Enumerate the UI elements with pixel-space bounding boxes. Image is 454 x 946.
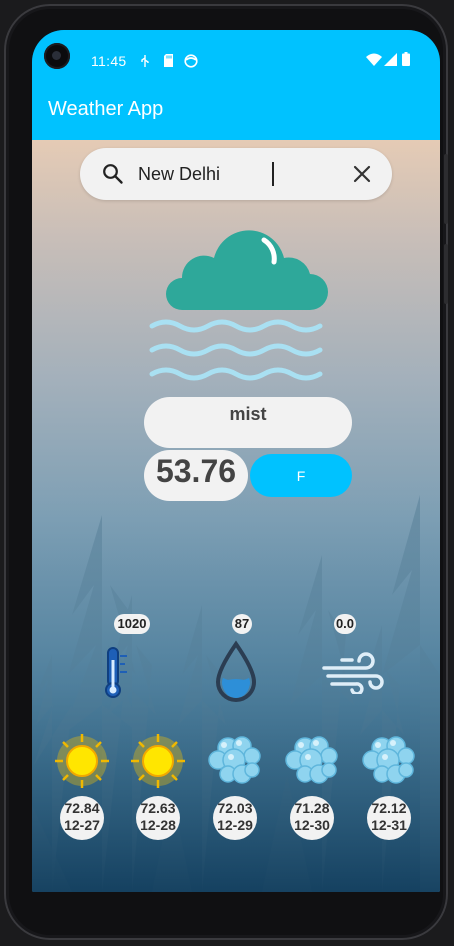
weather-content: mist 53.76 F 1020 87 0.0 — [32, 140, 440, 892]
forecast-temp: 72.63 — [140, 800, 176, 816]
forecast-date: 12-30 — [294, 817, 330, 833]
forecast-temp: 71.28 — [294, 800, 330, 816]
phone-frame: 11:45 Weather App New Delhi mist 53.76 F… — [4, 4, 448, 940]
close-icon[interactable] — [352, 164, 372, 184]
unit-toggle-button[interactable]: F — [250, 454, 352, 497]
sun-icon — [131, 734, 185, 788]
forecast-day: 72.84 12-27 — [53, 732, 111, 840]
app-title: Weather App — [48, 98, 164, 120]
humidity-value: 87 — [232, 614, 252, 634]
forecast-day: 72.12 12-31 — [360, 732, 418, 840]
temperature-value: 53.76 — [155, 453, 237, 489]
search-icon[interactable] — [102, 163, 124, 185]
front-camera — [44, 43, 70, 69]
sun-icon — [55, 734, 109, 788]
wind-value: 0.0 — [334, 614, 356, 634]
search-bar[interactable] — [80, 148, 392, 200]
text-caret — [272, 162, 274, 186]
forecast-pill: 72.63 12-28 — [136, 796, 180, 840]
signal-icon — [384, 53, 397, 66]
forecast-temp: 72.03 — [217, 800, 253, 816]
description-text: mist — [229, 404, 267, 424]
power-button — [444, 244, 448, 304]
search-input[interactable] — [138, 159, 338, 189]
usb-icon — [141, 55, 149, 67]
battery-icon — [402, 52, 410, 66]
forecast-pill: 71.28 12-30 — [290, 796, 334, 840]
screen: 11:45 Weather App New Delhi mist 53.76 F… — [32, 30, 440, 892]
wind-icon — [322, 652, 384, 694]
forecast-temp: 72.84 — [64, 800, 100, 816]
forecast-pill: 72.12 12-31 — [367, 796, 411, 840]
forecast-day: 72.03 12-29 — [206, 732, 264, 840]
weather-description: mist — [144, 397, 352, 448]
volume-button — [444, 154, 448, 224]
forecast-date: 12-27 — [64, 817, 100, 833]
face-icon — [184, 54, 198, 68]
forecast-date: 12-28 — [140, 817, 176, 833]
wifi-icon — [366, 53, 382, 66]
mist-weather-icon — [149, 230, 328, 381]
forecast-date: 12-29 — [217, 817, 253, 833]
forecast-day: 72.63 12-28 — [129, 732, 187, 840]
clouds-icon — [362, 736, 415, 784]
forecast-day: 71.28 12-30 — [283, 732, 341, 840]
clouds-icon — [208, 736, 261, 784]
app-bar: Weather App — [32, 78, 440, 140]
pressure-value: 1020 — [114, 614, 150, 634]
status-time: 11:45 — [91, 53, 127, 69]
forecast-date: 12-31 — [371, 817, 407, 833]
forecast-pill: 72.03 12-29 — [213, 796, 257, 840]
temperature-display: 53.76 — [144, 450, 248, 501]
sd-card-icon — [164, 54, 173, 67]
forecast-temp: 72.12 — [371, 800, 407, 816]
status-bar: 11:45 — [32, 30, 440, 78]
humidity-drop-icon — [215, 640, 257, 702]
thermometer-icon — [105, 647, 127, 698]
clouds-icon — [285, 736, 338, 784]
forecast-pill: 72.84 12-27 — [60, 796, 104, 840]
